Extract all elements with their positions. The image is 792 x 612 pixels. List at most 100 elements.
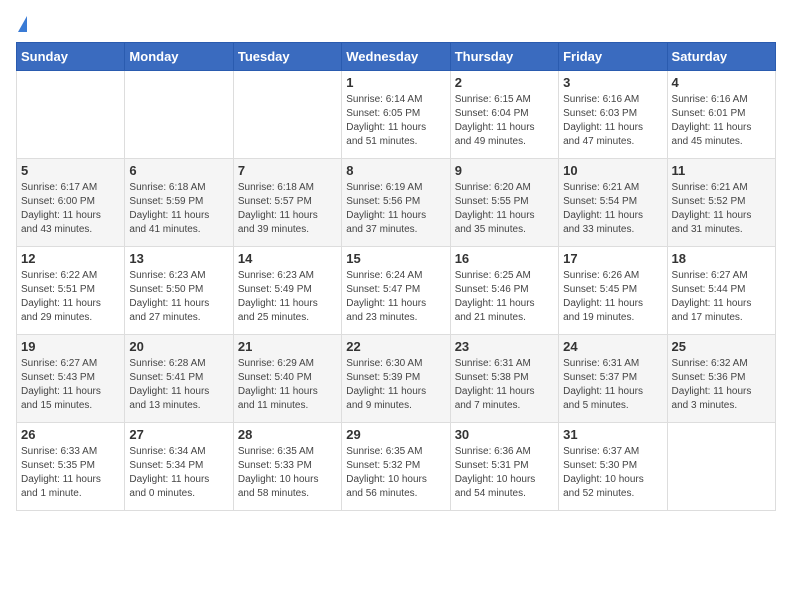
day-info: Sunrise: 6:27 AM Sunset: 5:44 PM Dayligh… xyxy=(672,269,771,325)
day-info: Sunrise: 6:26 AM Sunset: 5:45 PM Dayligh… xyxy=(563,269,662,325)
calendar-cell: 27 Sunrise: 6:34 AM Sunset: 5:34 PM Dayli… xyxy=(125,423,233,511)
day-number: 30 xyxy=(455,427,554,442)
logo-triangle-icon xyxy=(18,16,27,32)
calendar-cell: 22 Sunrise: 6:30 AM Sunset: 5:39 PM Dayli… xyxy=(342,335,450,423)
logo xyxy=(16,16,27,34)
calendar-cell: 7 Sunrise: 6:18 AM Sunset: 5:57 PM Daylig… xyxy=(233,159,341,247)
day-number: 19 xyxy=(21,339,120,354)
day-number: 7 xyxy=(238,163,337,178)
calendar-header-row: SundayMondayTuesdayWednesdayThursdayFrid… xyxy=(17,43,776,71)
day-number: 1 xyxy=(346,75,445,90)
day-info: Sunrise: 6:35 AM Sunset: 5:32 PM Dayligh… xyxy=(346,445,445,501)
day-number: 18 xyxy=(672,251,771,266)
day-info: Sunrise: 6:14 AM Sunset: 6:05 PM Dayligh… xyxy=(346,93,445,149)
day-info: Sunrise: 6:21 AM Sunset: 5:52 PM Dayligh… xyxy=(672,181,771,237)
day-number: 4 xyxy=(672,75,771,90)
day-number: 22 xyxy=(346,339,445,354)
calendar-cell: 31 Sunrise: 6:37 AM Sunset: 5:30 PM Dayli… xyxy=(559,423,667,511)
day-number: 26 xyxy=(21,427,120,442)
calendar-cell: 2Sunrise: 6:15 AM Sunset: 6:04 PM Daylig… xyxy=(450,71,558,159)
day-info: Sunrise: 6:28 AM Sunset: 5:41 PM Dayligh… xyxy=(129,357,228,413)
calendar-cell xyxy=(667,423,775,511)
day-number: 11 xyxy=(672,163,771,178)
day-number: 28 xyxy=(238,427,337,442)
day-info: Sunrise: 6:32 AM Sunset: 5:36 PM Dayligh… xyxy=(672,357,771,413)
calendar-day-header: Saturday xyxy=(667,43,775,71)
calendar-cell xyxy=(17,71,125,159)
day-info: Sunrise: 6:33 AM Sunset: 5:35 PM Dayligh… xyxy=(21,445,120,501)
calendar-cell: 4 Sunrise: 6:16 AM Sunset: 6:01 PM Daylig… xyxy=(667,71,775,159)
calendar-cell: 5 Sunrise: 6:17 AM Sunset: 6:00 PM Daylig… xyxy=(17,159,125,247)
day-info: Sunrise: 6:30 AM Sunset: 5:39 PM Dayligh… xyxy=(346,357,445,413)
calendar-cell: 20Sunrise: 6:28 AM Sunset: 5:41 PM Dayli… xyxy=(125,335,233,423)
calendar-cell: 26 Sunrise: 6:33 AM Sunset: 5:35 PM Dayli… xyxy=(17,423,125,511)
calendar-cell: 9Sunrise: 6:20 AM Sunset: 5:55 PM Daylig… xyxy=(450,159,558,247)
calendar-cell xyxy=(233,71,341,159)
day-info: Sunrise: 6:31 AM Sunset: 5:38 PM Dayligh… xyxy=(455,357,554,413)
calendar-cell: 30Sunrise: 6:36 AM Sunset: 5:31 PM Dayli… xyxy=(450,423,558,511)
calendar-table: SundayMondayTuesdayWednesdayThursdayFrid… xyxy=(16,42,776,511)
day-number: 10 xyxy=(563,163,662,178)
calendar-cell: 11 Sunrise: 6:21 AM Sunset: 5:52 PM Dayli… xyxy=(667,159,775,247)
day-info: Sunrise: 6:22 AM Sunset: 5:51 PM Dayligh… xyxy=(21,269,120,325)
calendar-cell: 12Sunrise: 6:22 AM Sunset: 5:51 PM Dayli… xyxy=(17,247,125,335)
calendar-cell: 14 Sunrise: 6:23 AM Sunset: 5:49 PM Dayli… xyxy=(233,247,341,335)
day-info: Sunrise: 6:15 AM Sunset: 6:04 PM Dayligh… xyxy=(455,93,554,149)
day-info: Sunrise: 6:16 AM Sunset: 6:03 PM Dayligh… xyxy=(563,93,662,149)
day-info: Sunrise: 6:23 AM Sunset: 5:50 PM Dayligh… xyxy=(129,269,228,325)
calendar-day-header: Thursday xyxy=(450,43,558,71)
day-number: 15 xyxy=(346,251,445,266)
calendar-week-row: 5 Sunrise: 6:17 AM Sunset: 6:00 PM Daylig… xyxy=(17,159,776,247)
calendar-cell: 24Sunrise: 6:31 AM Sunset: 5:37 PM Dayli… xyxy=(559,335,667,423)
calendar-cell: 25 Sunrise: 6:32 AM Sunset: 5:36 PM Dayli… xyxy=(667,335,775,423)
calendar-day-header: Wednesday xyxy=(342,43,450,71)
day-number: 16 xyxy=(455,251,554,266)
calendar-cell: 16 Sunrise: 6:25 AM Sunset: 5:46 PM Dayli… xyxy=(450,247,558,335)
page-header xyxy=(16,16,776,34)
calendar-cell: 1 Sunrise: 6:14 AM Sunset: 6:05 PM Daylig… xyxy=(342,71,450,159)
day-info: Sunrise: 6:27 AM Sunset: 5:43 PM Dayligh… xyxy=(21,357,120,413)
day-number: 5 xyxy=(21,163,120,178)
day-number: 31 xyxy=(563,427,662,442)
day-info: Sunrise: 6:24 AM Sunset: 5:47 PM Dayligh… xyxy=(346,269,445,325)
day-info: Sunrise: 6:18 AM Sunset: 5:57 PM Dayligh… xyxy=(238,181,337,237)
day-info: Sunrise: 6:18 AM Sunset: 5:59 PM Dayligh… xyxy=(129,181,228,237)
day-number: 14 xyxy=(238,251,337,266)
calendar-day-header: Tuesday xyxy=(233,43,341,71)
calendar-cell: 18 Sunrise: 6:27 AM Sunset: 5:44 PM Dayli… xyxy=(667,247,775,335)
calendar-week-row: 12Sunrise: 6:22 AM Sunset: 5:51 PM Dayli… xyxy=(17,247,776,335)
day-number: 25 xyxy=(672,339,771,354)
day-info: Sunrise: 6:20 AM Sunset: 5:55 PM Dayligh… xyxy=(455,181,554,237)
day-number: 13 xyxy=(129,251,228,266)
day-info: Sunrise: 6:17 AM Sunset: 6:00 PM Dayligh… xyxy=(21,181,120,237)
calendar-week-row: 19 Sunrise: 6:27 AM Sunset: 5:43 PM Dayli… xyxy=(17,335,776,423)
day-info: Sunrise: 6:19 AM Sunset: 5:56 PM Dayligh… xyxy=(346,181,445,237)
calendar-cell: 6 Sunrise: 6:18 AM Sunset: 5:59 PM Daylig… xyxy=(125,159,233,247)
day-number: 17 xyxy=(563,251,662,266)
day-info: Sunrise: 6:16 AM Sunset: 6:01 PM Dayligh… xyxy=(672,93,771,149)
calendar-cell: 10 Sunrise: 6:21 AM Sunset: 5:54 PM Dayli… xyxy=(559,159,667,247)
day-number: 3 xyxy=(563,75,662,90)
day-info: Sunrise: 6:23 AM Sunset: 5:49 PM Dayligh… xyxy=(238,269,337,325)
day-info: Sunrise: 6:31 AM Sunset: 5:37 PM Dayligh… xyxy=(563,357,662,413)
day-info: Sunrise: 6:21 AM Sunset: 5:54 PM Dayligh… xyxy=(563,181,662,237)
day-number: 6 xyxy=(129,163,228,178)
calendar-week-row: 26 Sunrise: 6:33 AM Sunset: 5:35 PM Dayli… xyxy=(17,423,776,511)
day-info: Sunrise: 6:35 AM Sunset: 5:33 PM Dayligh… xyxy=(238,445,337,501)
day-number: 29 xyxy=(346,427,445,442)
day-info: Sunrise: 6:37 AM Sunset: 5:30 PM Dayligh… xyxy=(563,445,662,501)
calendar-cell: 23 Sunrise: 6:31 AM Sunset: 5:38 PM Dayli… xyxy=(450,335,558,423)
calendar-cell: 19 Sunrise: 6:27 AM Sunset: 5:43 PM Dayli… xyxy=(17,335,125,423)
day-number: 27 xyxy=(129,427,228,442)
day-info: Sunrise: 6:25 AM Sunset: 5:46 PM Dayligh… xyxy=(455,269,554,325)
calendar-day-header: Friday xyxy=(559,43,667,71)
day-info: Sunrise: 6:34 AM Sunset: 5:34 PM Dayligh… xyxy=(129,445,228,501)
calendar-cell: 3 Sunrise: 6:16 AM Sunset: 6:03 PM Daylig… xyxy=(559,71,667,159)
day-number: 23 xyxy=(455,339,554,354)
calendar-cell: 8Sunrise: 6:19 AM Sunset: 5:56 PM Daylig… xyxy=(342,159,450,247)
calendar-cell xyxy=(125,71,233,159)
calendar-cell: 21Sunrise: 6:29 AM Sunset: 5:40 PM Dayli… xyxy=(233,335,341,423)
calendar-cell: 15 Sunrise: 6:24 AM Sunset: 5:47 PM Dayli… xyxy=(342,247,450,335)
calendar-cell: 13 Sunrise: 6:23 AM Sunset: 5:50 PM Dayli… xyxy=(125,247,233,335)
day-info: Sunrise: 6:29 AM Sunset: 5:40 PM Dayligh… xyxy=(238,357,337,413)
